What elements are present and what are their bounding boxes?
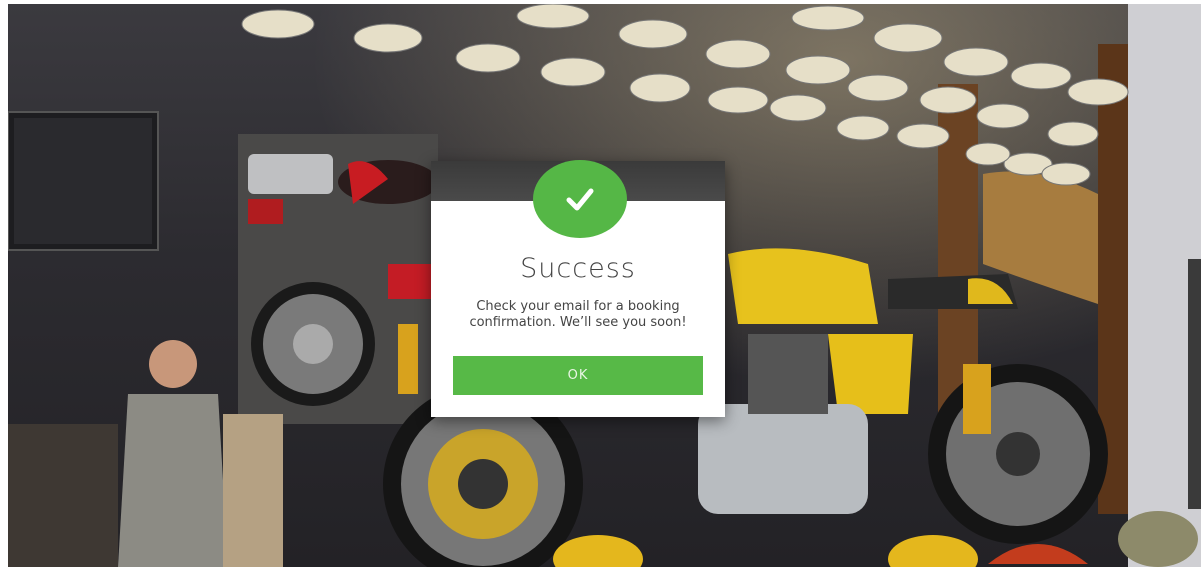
dialog-message: Check your email for a booking confirmat… — [469, 299, 687, 330]
check-icon — [566, 188, 594, 211]
success-dialog: Success Check your email for a booking c… — [431, 160, 725, 417]
ok-button[interactable]: OK — [453, 356, 703, 395]
success-badge — [533, 160, 627, 238]
dialog-title: Success — [520, 253, 636, 284]
